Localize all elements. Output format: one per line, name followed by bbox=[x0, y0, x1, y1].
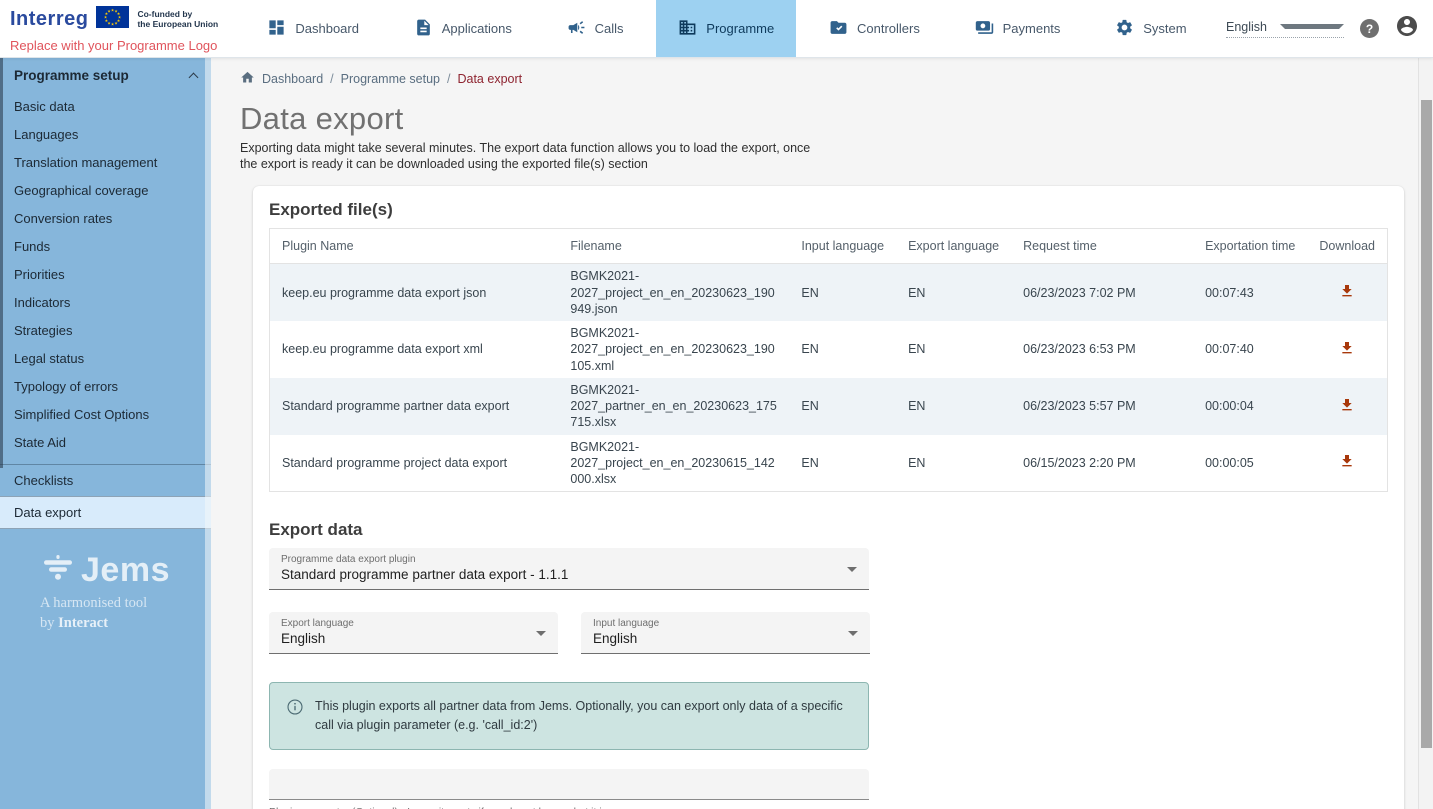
logo-placeholder-text: Replace with your Programme Logo bbox=[10, 38, 232, 53]
column-filename: Filename bbox=[558, 229, 789, 264]
svg-text:★: ★ bbox=[115, 21, 119, 26]
plugin-select[interactable]: Programme data export plugin Standard pr… bbox=[269, 548, 869, 590]
plugin-info-text: This plugin exports all partner data fro… bbox=[315, 697, 852, 735]
download-icon[interactable] bbox=[1337, 451, 1357, 474]
breadcrumb-current: Data export bbox=[457, 72, 522, 86]
jems-logo-icon bbox=[41, 555, 75, 586]
column-input-language: Input language bbox=[789, 229, 896, 264]
language-selector[interactable]: English bbox=[1226, 20, 1344, 38]
plugin-parameter-input[interactable] bbox=[269, 769, 869, 800]
table-row: Standard programme project data export B… bbox=[270, 435, 1388, 492]
sidebar-item-translation-management[interactable]: Translation management bbox=[0, 148, 211, 176]
programme-logo: Interreg ★★★★★★★★★★★★ Co-funded by the E… bbox=[0, 0, 232, 57]
sidebar-item-funds[interactable]: Funds bbox=[0, 232, 211, 260]
column-export-language: Export language bbox=[896, 229, 1011, 264]
table-header-row: Plugin Name Filename Input language Expo… bbox=[270, 229, 1388, 264]
chevron-down-icon bbox=[847, 567, 857, 572]
column-plugin-name: Plugin Name bbox=[270, 229, 559, 264]
jems-tagline: A harmonised tool by Interact bbox=[0, 594, 211, 633]
column-exportation-time: Exportation time bbox=[1193, 229, 1307, 264]
sidebar-item-typology-of-errors[interactable]: Typology of errors bbox=[0, 372, 211, 400]
chevron-down-icon bbox=[1280, 24, 1344, 29]
plugin-info-box: This plugin exports all partner data fro… bbox=[269, 682, 869, 750]
svg-text:★: ★ bbox=[111, 22, 115, 27]
top-bar: Interreg ★★★★★★★★★★★★ Co-funded by the E… bbox=[0, 0, 1433, 58]
nav-item-controllers[interactable]: Controllers bbox=[807, 0, 942, 57]
chevron-up-icon bbox=[189, 72, 199, 82]
home-icon[interactable] bbox=[240, 70, 255, 88]
column-download: Download bbox=[1307, 229, 1387, 264]
nav-item-applications[interactable]: Applications bbox=[392, 0, 534, 57]
page-scrollbar-thumb[interactable] bbox=[1421, 100, 1432, 748]
table-row: keep.eu programme data export xml BGMK20… bbox=[270, 321, 1388, 378]
dashboard-icon bbox=[267, 18, 286, 40]
sidebar-item-geographical-coverage[interactable]: Geographical coverage bbox=[0, 176, 211, 204]
export-language-select[interactable]: Export language English bbox=[269, 612, 558, 654]
sidebar-item-strategies[interactable]: Strategies bbox=[0, 316, 211, 344]
column-request-time: Request time bbox=[1011, 229, 1193, 264]
nav-item-dashboard[interactable]: Dashboard bbox=[245, 0, 381, 57]
calls-icon bbox=[567, 18, 586, 40]
download-icon[interactable] bbox=[1337, 395, 1357, 418]
export-data-title: Export data bbox=[269, 520, 1388, 540]
nav-item-calls[interactable]: Calls bbox=[545, 0, 646, 57]
system-icon bbox=[1115, 18, 1134, 40]
page-title: Data export bbox=[240, 101, 1418, 137]
main-content: Dashboard / Programme setup / Data expor… bbox=[211, 58, 1418, 809]
sidebar-item-priorities[interactable]: Priorities bbox=[0, 260, 211, 288]
nav-item-programme[interactable]: Programme bbox=[656, 0, 796, 57]
interreg-logo: Interreg bbox=[10, 8, 88, 31]
eu-flag-icon: ★★★★★★★★★★★★ bbox=[96, 6, 129, 33]
sidebar-section-programme-setup[interactable]: Programme setup bbox=[0, 58, 211, 92]
page-description: Exporting data might take several minute… bbox=[240, 141, 818, 172]
exported-files-title: Exported file(s) bbox=[269, 200, 1388, 220]
top-right-controls: English ? bbox=[1222, 0, 1433, 57]
sidebar-item-indicators[interactable]: Indicators bbox=[0, 288, 211, 316]
sidebar-item-simplified-cost-options[interactable]: Simplified Cost Options bbox=[0, 400, 211, 428]
sidebar-item-legal-status[interactable]: Legal status bbox=[0, 344, 211, 372]
info-icon bbox=[286, 698, 304, 716]
exported-files-table: Plugin Name Filename Input language Expo… bbox=[269, 228, 1388, 492]
breadcrumb: Dashboard / Programme setup / Data expor… bbox=[240, 70, 1418, 88]
sidebar-item-languages[interactable]: Languages bbox=[0, 120, 211, 148]
breadcrumb-programme-setup[interactable]: Programme setup bbox=[341, 72, 440, 86]
eu-cofunded-label: Co-funded by the European Union bbox=[137, 10, 218, 30]
sidebar: Programme setup Basic data Languages Tra… bbox=[0, 58, 211, 809]
sidebar-item-data-export[interactable]: Data export bbox=[0, 496, 211, 529]
help-icon[interactable]: ? bbox=[1360, 19, 1379, 38]
sidebar-item-conversion-rates[interactable]: Conversion rates bbox=[0, 204, 211, 232]
download-icon[interactable] bbox=[1337, 281, 1357, 304]
chevron-down-icon bbox=[848, 631, 858, 636]
svg-text:★: ★ bbox=[108, 8, 112, 13]
sidebar-item-state-aid[interactable]: State Aid bbox=[0, 428, 211, 456]
breadcrumb-dashboard[interactable]: Dashboard bbox=[262, 72, 323, 86]
applications-icon bbox=[414, 18, 433, 40]
account-icon[interactable] bbox=[1395, 14, 1419, 43]
table-row: Standard programme partner data export B… bbox=[270, 378, 1388, 435]
table-row: keep.eu programme data export json BGMK2… bbox=[270, 264, 1388, 321]
page-scrollbar-track[interactable] bbox=[1418, 58, 1433, 809]
jems-logo: Jems A harmonised tool by Interact bbox=[0, 551, 211, 633]
nav-item-payments[interactable]: Payments bbox=[953, 0, 1083, 57]
input-language-select[interactable]: Input language English bbox=[581, 612, 870, 654]
main-nav: Dashboard Applications Calls Programme C… bbox=[232, 0, 1222, 57]
download-icon[interactable] bbox=[1337, 338, 1357, 361]
sidebar-item-basic-data[interactable]: Basic data bbox=[0, 92, 211, 120]
sidebar-item-checklists[interactable]: Checklists bbox=[0, 464, 211, 496]
nav-item-system[interactable]: System bbox=[1093, 0, 1208, 57]
payments-icon bbox=[975, 18, 994, 40]
chevron-down-icon bbox=[536, 631, 546, 636]
sidebar-scrollbar[interactable] bbox=[0, 58, 3, 468]
content-card: Exported file(s) Plugin Name Filename In… bbox=[253, 186, 1404, 809]
programme-icon bbox=[678, 18, 697, 40]
controllers-icon bbox=[829, 18, 848, 40]
